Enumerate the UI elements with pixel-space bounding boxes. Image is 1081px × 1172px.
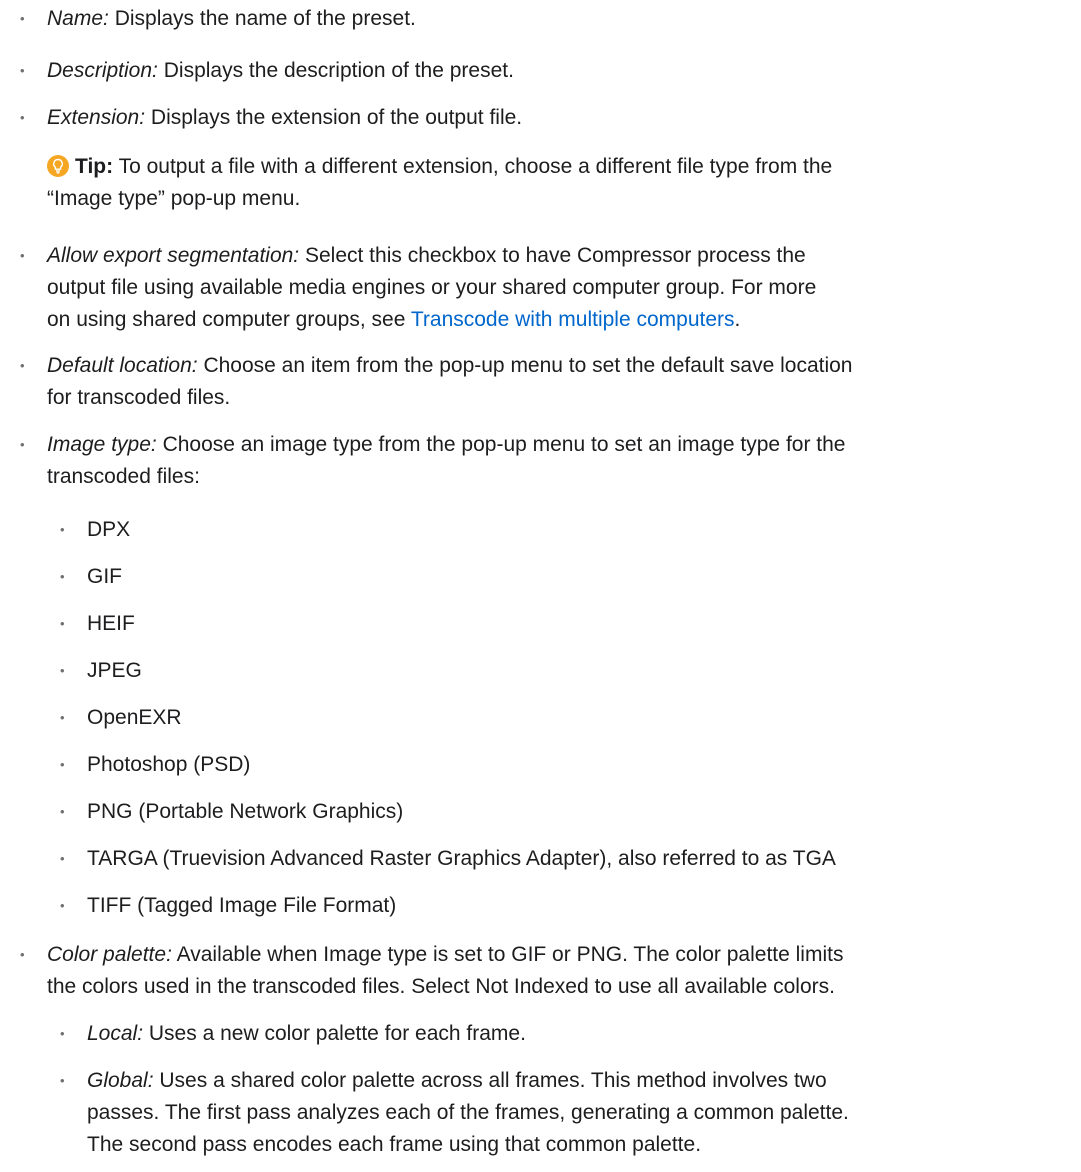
bullet: • [60, 1073, 65, 1088]
desc-image-type-2: transcoded files: [47, 465, 200, 488]
desc-name: Displays the name of the preset. [114, 7, 416, 30]
desc-color-palette-2: the colors used in the transcoded files.… [47, 975, 835, 998]
desc-export-segmentation-3: on using shared computer groups, see [47, 308, 411, 331]
bullet: • [20, 437, 25, 452]
term-color-palette: Color palette: [47, 943, 172, 966]
desc-export-segmentation-2: output file using available media engine… [47, 276, 817, 299]
term-image-type: Image type: [47, 433, 157, 456]
bullet: • [20, 110, 25, 125]
bullet: • [60, 804, 65, 819]
desc-image-type: Choose an image type from the pop-up men… [162, 433, 846, 456]
desc-export-segmentation: Select this checkbox to have Compressor … [304, 244, 806, 267]
desc-global-3: The second pass encodes each frame using… [87, 1133, 702, 1156]
term-global: Global: [87, 1069, 154, 1092]
bullet: • [20, 947, 25, 962]
bullet: • [60, 851, 65, 866]
bullet: • [60, 1026, 65, 1041]
image-type-tiff: TIFF (Tagged Image File Format) [87, 894, 397, 917]
tip-text-2: “Image type” pop-up menu. [47, 187, 301, 210]
desc-default-location-2: for transcoded files. [47, 386, 231, 409]
bullet: • [60, 710, 65, 725]
period: . [734, 308, 741, 331]
term-default-location: Default location: [47, 354, 198, 377]
tip-text: To output a file with a different extens… [118, 155, 833, 178]
bullet: • [20, 11, 25, 26]
desc-global: Uses a shared color palette across all f… [159, 1069, 827, 1092]
bullet: • [60, 757, 65, 772]
desc-extension: Displays the extension of the output fil… [150, 106, 523, 129]
image-type-jpeg: JPEG [87, 659, 142, 682]
desc-global-2: passes. The first pass analyzes each of … [87, 1101, 849, 1124]
bullet: • [60, 522, 65, 537]
image-type-gif: GIF [87, 565, 122, 588]
image-type-psd: Photoshop (PSD) [87, 753, 251, 776]
desc-description: Displays the description of the preset. [163, 59, 514, 82]
term-extension: Extension: [47, 106, 146, 129]
bullet: • [60, 663, 65, 678]
desc-color-palette: Available when Image type is set to GIF … [176, 943, 844, 966]
bullet: • [60, 569, 65, 584]
image-type-dpx: DPX [87, 518, 131, 541]
image-type-heif: HEIF [87, 612, 135, 635]
term-description: Description: [47, 59, 158, 82]
transcode-multiple-computers-link[interactable]: Transcode with multiple computers [411, 308, 735, 331]
bullet: • [20, 358, 25, 373]
image-type-openexr: OpenEXR [87, 706, 182, 729]
desc-default-location: Choose an item from the pop-up menu to s… [203, 354, 853, 377]
tip-label: Tip: [75, 155, 114, 178]
bullet: • [20, 63, 25, 78]
bullet: • [20, 248, 25, 263]
bullet: • [60, 898, 65, 913]
term-name: Name: [47, 7, 109, 30]
term-export-segmentation: Allow export segmentation: [47, 244, 300, 267]
image-type-targa: TARGA (Truevision Advanced Raster Graphi… [87, 847, 836, 870]
desc-local: Uses a new color palette for each frame. [148, 1022, 526, 1045]
image-type-png: PNG (Portable Network Graphics) [87, 800, 404, 823]
term-local: Local: [87, 1022, 144, 1045]
lightbulb-icon [47, 155, 69, 177]
bullet: • [60, 616, 65, 631]
